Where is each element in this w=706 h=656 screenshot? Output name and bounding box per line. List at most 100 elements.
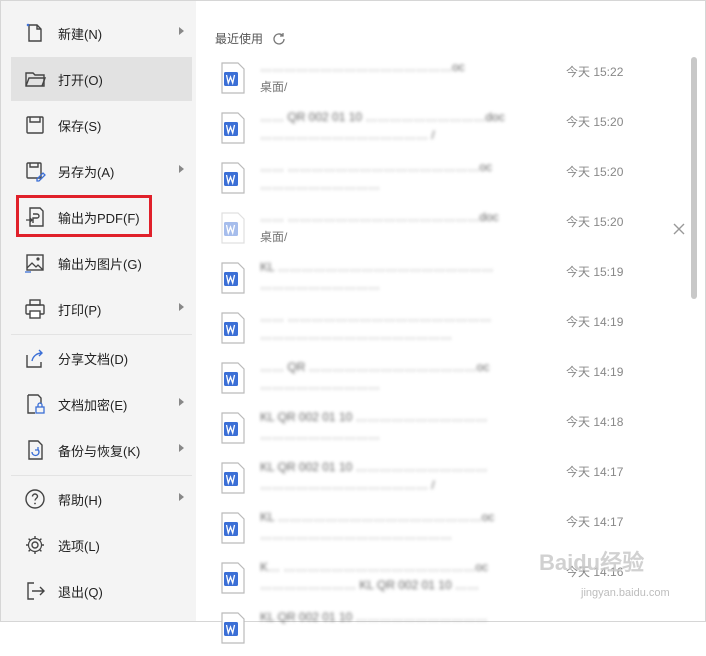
menu-item-print[interactable]: 打印(P) bbox=[11, 287, 192, 331]
file-path: ………………………………………… bbox=[260, 328, 452, 342]
wps-writer-doc-icon bbox=[221, 412, 245, 444]
file-path: ………………………… bbox=[260, 428, 380, 442]
file-name: …… …………………………………………doc bbox=[260, 210, 499, 224]
wps-writer-doc-icon bbox=[221, 262, 245, 294]
file-modified-time: 今天 14:19 bbox=[566, 315, 624, 329]
file-modified-time: 今天 14:17 bbox=[566, 465, 624, 479]
folder-open-icon bbox=[24, 68, 46, 90]
menu-item-options[interactable]: 选项(L) bbox=[11, 523, 192, 567]
file-name: …… QR ……………………………………oc bbox=[260, 360, 490, 374]
export-image-icon bbox=[24, 252, 46, 274]
recent-file-row[interactable]: …… …………………………………………doc 桌面/ bbox=[220, 206, 560, 256]
file-path: ………………………… bbox=[260, 178, 380, 192]
watermark-logo: Baidu经验 bbox=[539, 550, 645, 575]
wps-writer-doc-icon bbox=[221, 112, 245, 144]
submenu-arrow-icon bbox=[179, 493, 184, 501]
menu-item-save-as[interactable]: 另存为(A) bbox=[11, 149, 192, 193]
recent-file-row[interactable]: KL ……………………………………………… ………………………… bbox=[220, 256, 560, 306]
file-modified-time: 今天 15:20 bbox=[566, 115, 624, 129]
wps-writer-doc-icon bbox=[221, 362, 245, 394]
watermark-url: jingyan.baidu.com bbox=[581, 587, 670, 599]
file-modified-time: 今天 15:19 bbox=[566, 265, 624, 279]
refresh-icon[interactable] bbox=[271, 31, 287, 47]
submenu-arrow-icon bbox=[179, 303, 184, 311]
exit-icon bbox=[24, 580, 46, 602]
file-path: …………………………………… / bbox=[260, 128, 435, 142]
menu-item-exit[interactable]: 退出(Q) bbox=[11, 569, 192, 613]
wps-writer-doc-icon bbox=[221, 162, 245, 194]
submenu-arrow-icon bbox=[179, 444, 184, 452]
menu-item-label: 退出(Q) bbox=[58, 584, 103, 600]
file-name: KL ……………………………………………oc bbox=[260, 510, 495, 524]
recent-file-row[interactable]: KL ……………………………………………oc ………………………………………… bbox=[220, 506, 560, 556]
menu-item-label: 新建(N) bbox=[58, 26, 103, 42]
menu-item-backup[interactable]: 备份与恢复(K) bbox=[11, 428, 192, 472]
recent-files-header: 最近使用 bbox=[215, 30, 287, 47]
file-path: 桌面/ bbox=[260, 230, 288, 244]
printer-icon bbox=[24, 298, 46, 320]
recent-files-panel: 最近使用 …………………………………………oc 桌面/今天 15:22 …… QR … bbox=[196, 1, 705, 644]
recent-file-row[interactable]: KL QR 002 01 10 …………………………… …………………………………… bbox=[220, 456, 560, 506]
submenu-arrow-icon bbox=[179, 27, 184, 35]
share-icon bbox=[24, 347, 46, 369]
recent-file-row[interactable]: …… QR 002 01 10 …………………………doc ……………………………… bbox=[220, 106, 560, 156]
menu-item-save[interactable]: 保存(S) bbox=[11, 103, 192, 147]
submenu-arrow-icon bbox=[179, 165, 184, 173]
menu-divider bbox=[11, 475, 192, 476]
menu-item-label: 打印(P) bbox=[58, 302, 102, 318]
wps-writer-doc-icon bbox=[221, 312, 245, 344]
recent-files-title: 最近使用 bbox=[215, 32, 264, 46]
file-modified-time: 今天 15:22 bbox=[566, 65, 624, 79]
lock-document-icon bbox=[24, 393, 46, 415]
file-name: …………………………………………oc bbox=[260, 60, 465, 74]
recent-file-row[interactable]: …… …………………………………………oc ………………………… bbox=[220, 156, 560, 206]
close-icon[interactable] bbox=[672, 222, 686, 236]
submenu-arrow-icon bbox=[179, 398, 184, 406]
file-name: KL ……………………………………………… bbox=[260, 260, 494, 274]
scrollbar-thumb[interactable] bbox=[691, 57, 697, 299]
menu-item-help[interactable]: 帮助(H) bbox=[11, 477, 192, 521]
menu-item-label: 备份与恢复(K) bbox=[58, 443, 141, 459]
new-file-icon bbox=[24, 22, 46, 44]
wps-writer-doc-icon bbox=[221, 562, 245, 594]
wps-writer-doc-icon bbox=[221, 62, 245, 94]
file-path: ………………………… bbox=[260, 378, 380, 392]
menu-item-export-image[interactable]: 输出为图片(G) bbox=[11, 241, 192, 285]
menu-item-new[interactable]: 新建(N) bbox=[11, 11, 192, 55]
file-name: KL QR 002 01 10 …………………………… bbox=[260, 410, 488, 424]
recent-file-row[interactable]: KL QR 002 01 10 …………………………… ………………………… bbox=[220, 406, 560, 456]
wps-writer-doc-icon bbox=[221, 612, 245, 644]
menu-item-label: 输出为图片(G) bbox=[58, 256, 142, 272]
file-path: …………………………………… / bbox=[260, 478, 435, 492]
menu-item-label: 另存为(A) bbox=[58, 164, 115, 180]
menu-item-share[interactable]: 分享文档(D) bbox=[11, 336, 192, 380]
menu-divider bbox=[11, 334, 192, 335]
recent-file-row[interactable]: …… QR ……………………………………oc ………………………… bbox=[220, 356, 560, 406]
file-menu-window: 新建(N) 打开(O) 保存(S) 另存为(A) 输出为PDF(F) 输出为图片… bbox=[0, 0, 706, 644]
recent-file-row[interactable]: K… …………………………………………oc …………………… KL QR 002 … bbox=[220, 556, 560, 606]
file-path: ………………………… bbox=[260, 278, 380, 292]
file-name: …… …………………………………………oc bbox=[260, 160, 493, 174]
recent-file-row[interactable]: …… …………………………………………… ………………………………………… bbox=[220, 306, 560, 356]
gear-icon bbox=[24, 534, 46, 556]
menu-item-label: 保存(S) bbox=[58, 118, 102, 134]
file-name: …… QR 002 01 10 …………………………doc bbox=[260, 110, 505, 124]
file-modified-time: 今天 14:19 bbox=[566, 365, 624, 379]
menu-item-label: 帮助(H) bbox=[58, 492, 103, 508]
wps-writer-doc-icon bbox=[221, 512, 245, 544]
file-modified-time: 今天 15:20 bbox=[566, 215, 624, 229]
file-name: K… …………………………………………oc bbox=[260, 560, 489, 574]
menu-item-label: 文档加密(E) bbox=[58, 397, 128, 413]
annotation-highlight-box bbox=[16, 195, 152, 237]
recent-file-row[interactable]: …………………………………………oc 桌面/ bbox=[220, 56, 560, 106]
backup-icon bbox=[24, 439, 46, 461]
help-icon bbox=[24, 488, 46, 510]
menu-item-open[interactable]: 打开(O) bbox=[11, 57, 192, 101]
menu-item-label: 分享文档(D) bbox=[58, 351, 129, 367]
recent-file-row[interactable]: KL QR 002 01 10 …………………………… bbox=[220, 606, 560, 656]
menu-item-encrypt[interactable]: 文档加密(E) bbox=[11, 382, 192, 426]
file-name: …… …………………………………………… bbox=[260, 310, 492, 324]
file-modified-time: 今天 14:17 bbox=[566, 515, 624, 529]
file-modified-time: 今天 15:20 bbox=[566, 165, 624, 179]
wps-writer-doc-icon bbox=[221, 462, 245, 494]
